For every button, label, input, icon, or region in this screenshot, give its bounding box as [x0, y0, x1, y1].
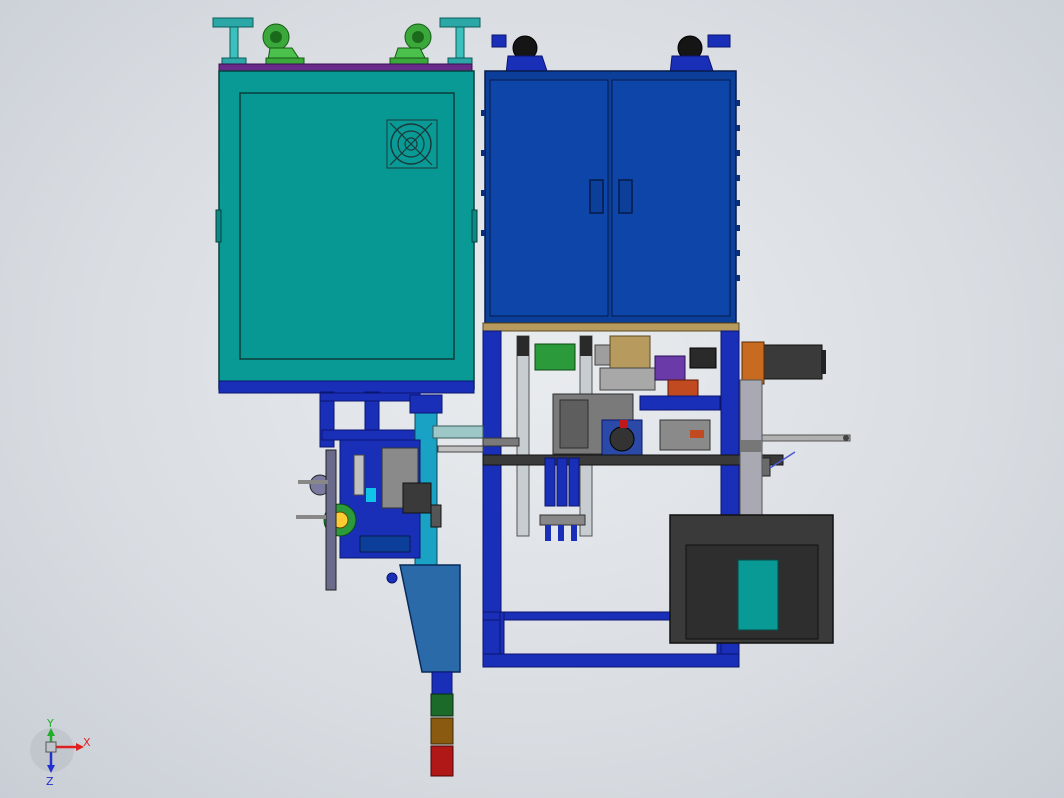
leveling-foot-left — [212, 17, 254, 67]
table-top-plate — [482, 322, 740, 332]
cabinet-base-rail — [218, 380, 475, 394]
cad-viewport[interactable]: X Y Z — [0, 0, 1064, 798]
feed-column — [409, 394, 484, 566]
coordinate-triad-icon: X Y Z — [30, 717, 91, 788]
caster-wheel-left — [262, 23, 305, 67]
servo-motor — [741, 341, 826, 385]
left-support-frame — [319, 391, 423, 448]
leveling-foot-right — [439, 17, 481, 67]
door-handle-right — [618, 179, 633, 214]
teal-electrical-cabinet[interactable] — [215, 70, 478, 394]
control-panel-box — [669, 514, 834, 644]
door-hinge-left — [215, 209, 222, 243]
caster-wheel-blue-left — [491, 34, 549, 75]
axis-z-label: Z — [46, 775, 54, 788]
machine-assembly-drawing: X Y Z — [30, 17, 851, 788]
signal-tower-icon — [430, 671, 454, 777]
door-handle-left — [589, 179, 604, 214]
door-hinge-right — [471, 209, 478, 243]
feed-mechanism — [534, 335, 721, 459]
caster-wheel-right — [389, 23, 432, 67]
axis-y-label: Y — [46, 717, 54, 730]
caster-wheel-blue-right — [669, 34, 731, 75]
axis-x-label: X — [83, 736, 91, 749]
pneumatic-valve-bank — [539, 457, 586, 541]
discharge-chute — [399, 564, 461, 673]
blue-tool-cabinet[interactable] — [481, 70, 740, 324]
ventilation-fan-icon — [386, 119, 438, 169]
